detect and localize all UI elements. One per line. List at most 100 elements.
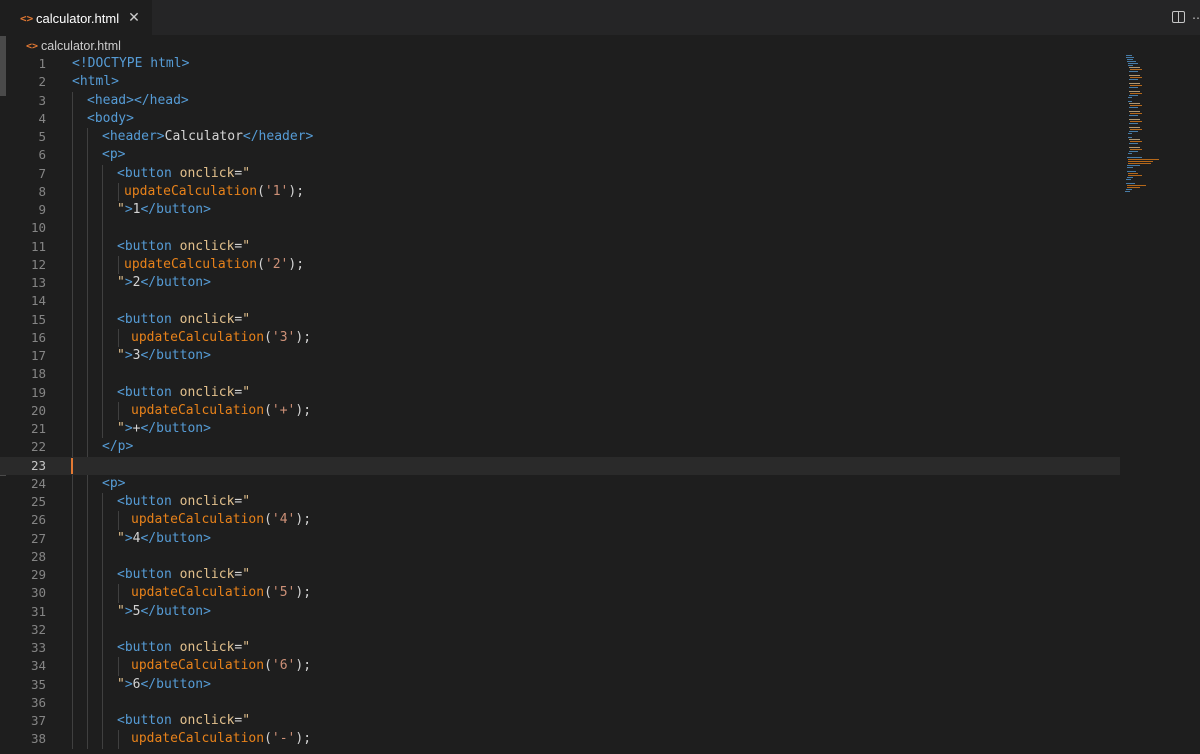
indent-guide [87,328,88,347]
code-line[interactable]: 20 updateCalculation('+'); [0,401,1120,420]
code-line[interactable]: 8 updateCalculation('1'); [0,182,1120,201]
code-line[interactable]: 16 updateCalculation('3'); [0,328,1120,347]
indent-guide [72,529,73,548]
code-text: updateCalculation('5'); [131,584,311,602]
line-number: 38 [30,731,46,747]
code-token: ); [288,183,305,199]
code-token: <button [117,384,180,400]
code-line[interactable]: 34 updateCalculation('6'); [0,657,1120,676]
line-number: 15 [30,311,46,327]
code-line[interactable]: 27 ">4</button> [0,529,1120,548]
minimap-line [1129,143,1138,144]
vertical-scrollbar[interactable] [1186,55,1200,754]
code-line[interactable]: 33 <button onclick=" [0,639,1120,658]
code-token: ( [264,658,272,674]
minimap-line [1129,141,1142,142]
close-icon[interactable]: ✕ [128,10,140,26]
indent-guide [87,164,88,183]
minimap-line [1129,105,1142,106]
code-line[interactable]: 9 ">1</button> [0,201,1120,220]
indent-guide [72,347,73,366]
indent-guide [87,602,88,621]
code-line[interactable]: 38 updateCalculation('-'); [0,730,1120,749]
code-line[interactable]: 6 <p> [0,146,1120,165]
minimap[interactable] [1120,55,1186,754]
code-token: updateCalculation [124,256,258,272]
code-token: " [242,640,251,655]
indent-guide [87,474,88,493]
line-number: 26 [30,512,46,528]
indent-guide [118,255,119,274]
code-line[interactable]: 26 updateCalculation('4'); [0,511,1120,530]
code-line[interactable]: 13 ">2</button> [0,274,1120,293]
code-line[interactable]: 24 <p> [0,474,1120,493]
line-number: 10 [30,220,46,236]
code-line[interactable]: 29 <button onclick=" [0,566,1120,585]
breadcrumb-file[interactable]: calculator.html [41,39,121,53]
code-line[interactable]: 32 [0,620,1120,639]
line-number: 12 [30,256,46,272]
code-line[interactable]: 10 [0,219,1120,238]
code-line[interactable]: 19 <button onclick=" [0,383,1120,402]
code-token: <!DOCTYPE html> [72,56,190,71]
indent-guide [87,712,88,731]
code-text: updateCalculation('6'); [131,657,311,675]
indent-guide [72,657,73,676]
code-text: </p> [102,438,133,456]
code-line[interactable]: 1 <!DOCTYPE html> [0,55,1120,73]
code-line[interactable]: 28 [0,547,1120,566]
indent-guide [102,602,103,621]
code-line[interactable]: 4 <body> [0,109,1120,128]
code-line[interactable]: 37 <button onclick=" [0,712,1120,731]
code-token: <button [117,165,180,181]
code-line[interactable]: 14 [0,292,1120,311]
code-editor[interactable]: 1 <!DOCTYPE html> 2 <html> 3 <head></head> 4 <b… [0,55,1120,754]
minimap-line [1129,151,1138,152]
code-line[interactable]: 18 [0,365,1120,384]
indent-guide [102,712,103,731]
code-line[interactable]: 11 <button onclick=" [0,237,1120,256]
code-line[interactable]: 21 ">+</button> [0,420,1120,439]
code-line[interactable]: 25 <button onclick=" [0,493,1120,512]
code-line[interactable]: 31 ">5</button> [0,602,1120,621]
code-line[interactable]: 12 updateCalculation('2'); [0,255,1120,274]
minimap-line [1129,79,1138,80]
indent-guide [102,566,103,585]
code-line[interactable]: 7 <button onclick=" [0,164,1120,183]
code-line[interactable]: 5 <header>Calculator</header> [0,128,1120,147]
code-token: " [242,238,251,254]
more-actions-icon[interactable]: … [1192,8,1200,22]
code-token: <p> [102,147,126,163]
code-token: " [242,311,251,327]
indent-guide [72,401,73,420]
indent-guide [87,566,88,585]
minimap-line [1129,139,1141,140]
code-line[interactable]: 22 </p> [0,438,1120,457]
code-token: " [117,530,125,546]
code-line[interactable]: 35 ">6</button> [0,675,1120,694]
line-number: 24 [30,475,46,491]
code-line[interactable]: 23 [0,456,1120,475]
code-token: " [117,275,125,290]
minimap-line [1127,165,1140,166]
code-text: <button onclick=" [117,165,250,183]
code-line[interactable]: 15 <button onclick=" [0,310,1120,329]
code-text: <p> [102,475,125,493]
code-token: ); [295,731,312,747]
minimap-line [1127,157,1142,158]
indent-guide [72,438,73,457]
indent-guide [72,146,73,165]
tab-calculator-html[interactable]: <> calculator.html ✕ [0,0,152,35]
code-line[interactable]: 17 ">3</button> [0,347,1120,366]
minimap-line [1129,85,1142,86]
indent-guide [118,328,119,347]
indent-guide [102,675,103,694]
code-line[interactable]: 36 [0,693,1120,712]
code-line[interactable]: 2 <html> [0,73,1120,91]
split-editor-icon[interactable] [1172,11,1185,23]
line-number: 14 [30,293,46,309]
line-number: 25 [30,494,46,509]
code-line[interactable]: 3 <head></head> [0,91,1120,110]
code-line[interactable]: 30 updateCalculation('5'); [0,584,1120,603]
indent-guide [87,237,88,256]
